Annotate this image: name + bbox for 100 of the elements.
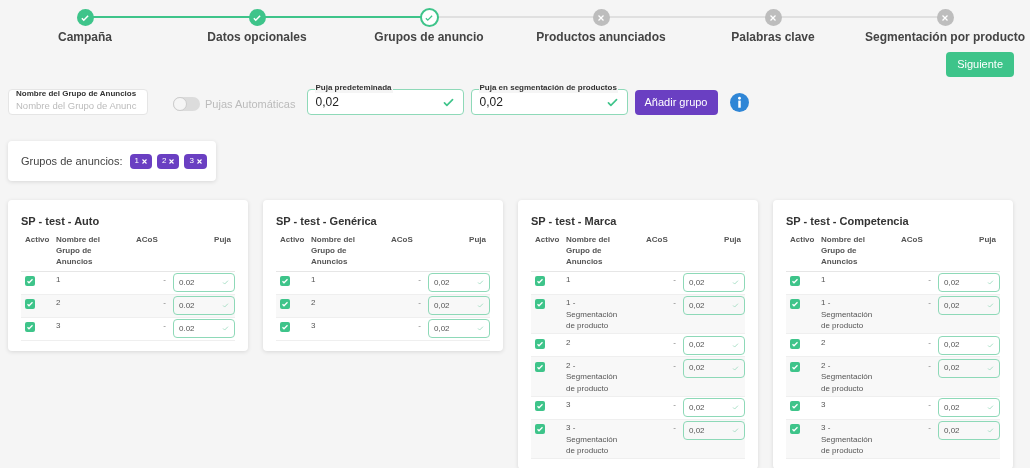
group-name: 1 - Segmentación de producto (566, 297, 619, 332)
active-checkbox[interactable] (790, 361, 800, 372)
group-chip[interactable]: 3 (184, 153, 207, 169)
check-icon (987, 302, 994, 309)
active-checkbox[interactable] (790, 424, 800, 434)
bid-input[interactable]: 0,02 (938, 398, 1000, 417)
acos-value: - (928, 336, 931, 349)
acos-value: - (673, 297, 676, 309)
bid-value: 0.02 (179, 276, 196, 289)
group-name: 2 (56, 297, 62, 309)
group-name: 1 (311, 274, 317, 286)
auto-bids-label: Pujas Automáticas (205, 96, 296, 112)
active-checkbox[interactable] (25, 322, 35, 332)
acos-value: - (928, 399, 931, 411)
active-checkbox[interactable] (535, 299, 545, 309)
acos-value: - (163, 297, 166, 309)
bid-input[interactable]: 0,02 (938, 358, 1000, 378)
info-icon[interactable] (729, 92, 749, 112)
group-name: 2 - Segmentación de producto (566, 359, 619, 394)
acos-value: - (418, 297, 421, 309)
bid-input[interactable]: 0,02 (683, 296, 745, 315)
step-label: Campaña (58, 29, 112, 46)
active-checkbox[interactable] (535, 401, 545, 411)
check-icon (987, 279, 994, 286)
acos-value: - (163, 274, 166, 286)
bid-input[interactable]: 0,02 (428, 319, 490, 338)
bid-value: 0,02 (944, 424, 961, 437)
active-checkbox[interactable] (535, 361, 545, 372)
active-checkbox[interactable] (790, 276, 800, 286)
bid-input[interactable]: 0,02 (683, 358, 745, 378)
remove-icon[interactable] (196, 158, 202, 164)
column-header: Puja (979, 233, 996, 246)
active-checkbox[interactable] (790, 338, 800, 349)
bid-input[interactable]: 0,02 (938, 296, 1000, 315)
check-icon (477, 279, 484, 286)
bid-input[interactable]: 0,02 (428, 296, 490, 315)
check-icon (477, 325, 484, 332)
group-name-field[interactable]: Nombre del Grupo de Anuncios Nombre del Grupo de Anunc (8, 89, 148, 115)
check-icon (987, 364, 994, 372)
active-checkbox[interactable] (280, 276, 290, 286)
bid-input[interactable]: 0.02 (173, 319, 235, 338)
group-name: 1 (821, 274, 827, 286)
group-name: 3 - Segmentación de producto (821, 422, 874, 457)
active-checkbox[interactable] (535, 276, 545, 286)
bid-value: 0.02 (179, 322, 196, 335)
remove-icon[interactable] (141, 158, 147, 164)
bid-input[interactable]: 0,02 (938, 273, 1000, 292)
check-icon (732, 364, 739, 372)
column-header: Nombre del Grupo de Anuncios (311, 233, 356, 267)
step-label: Palabras clave (731, 29, 815, 46)
active-checkbox[interactable] (25, 276, 35, 286)
acos-value: - (673, 274, 676, 286)
group-name: 3 (566, 399, 572, 411)
group-chip[interactable]: 2 (156, 153, 180, 169)
column-header: Nombre del Grupo de Anuncios (821, 233, 866, 267)
check-icon (987, 427, 994, 434)
bid-value: 0,02 (944, 401, 961, 414)
bid-input[interactable]: 0,02 (683, 398, 745, 417)
group-name: 3 (56, 320, 62, 332)
column-header: Activo (280, 233, 306, 246)
column-header: Puja (469, 233, 486, 246)
step-label: Segmentación por producto (865, 29, 1025, 46)
acos-value: - (673, 399, 676, 411)
bid-input[interactable]: 0.02 (173, 296, 235, 315)
group-name-input[interactable]: Nombre del Grupo de Anunc (16, 98, 140, 114)
bid-input[interactable]: 0,02 (683, 273, 745, 292)
bid-input[interactable]: 0,02 (428, 273, 490, 292)
active-checkbox[interactable] (535, 338, 545, 349)
add-group-button[interactable]: Añadir grupo (634, 89, 718, 115)
check-icon (732, 302, 739, 309)
bid-input[interactable]: 0,02 (683, 335, 745, 355)
active-checkbox[interactable] (280, 299, 290, 309)
column-header: Nombre del Grupo de Anuncios (566, 233, 611, 267)
active-checkbox[interactable] (280, 322, 290, 332)
bid-input[interactable]: 0,02 (683, 421, 745, 440)
check-icon (732, 279, 739, 286)
column-header: ACoS (646, 233, 668, 246)
active-checkbox[interactable] (535, 424, 545, 434)
bid-input[interactable]: 0.02 (173, 273, 235, 292)
column-header: Nombre del Grupo de Anuncios (56, 233, 101, 267)
bid-input[interactable]: 0,02 (938, 421, 1000, 440)
bid-value: 0,02 (689, 299, 706, 312)
group-name: 2 (566, 336, 572, 348)
active-checkbox[interactable] (25, 299, 35, 309)
field-value: 0,02 (315, 94, 340, 111)
check-icon (732, 404, 739, 411)
step-label: Productos anunciados (536, 29, 666, 46)
groups-label: Grupos de anuncios: (21, 153, 123, 169)
check-icon (222, 302, 229, 309)
check-icon (222, 325, 229, 332)
step-label: Grupos de anuncio (374, 29, 484, 46)
group-chip[interactable]: 1 (129, 153, 152, 169)
bid-input[interactable]: 0,02 (938, 335, 1000, 355)
active-checkbox[interactable] (790, 299, 800, 309)
field-label: Nombre del Grupo de Anuncios (16, 90, 137, 99)
remove-icon[interactable] (169, 158, 175, 164)
auto-bids-toggle[interactable] (173, 97, 200, 111)
acos-value: - (673, 336, 676, 349)
acos-value: - (673, 359, 676, 372)
active-checkbox[interactable] (790, 401, 800, 411)
